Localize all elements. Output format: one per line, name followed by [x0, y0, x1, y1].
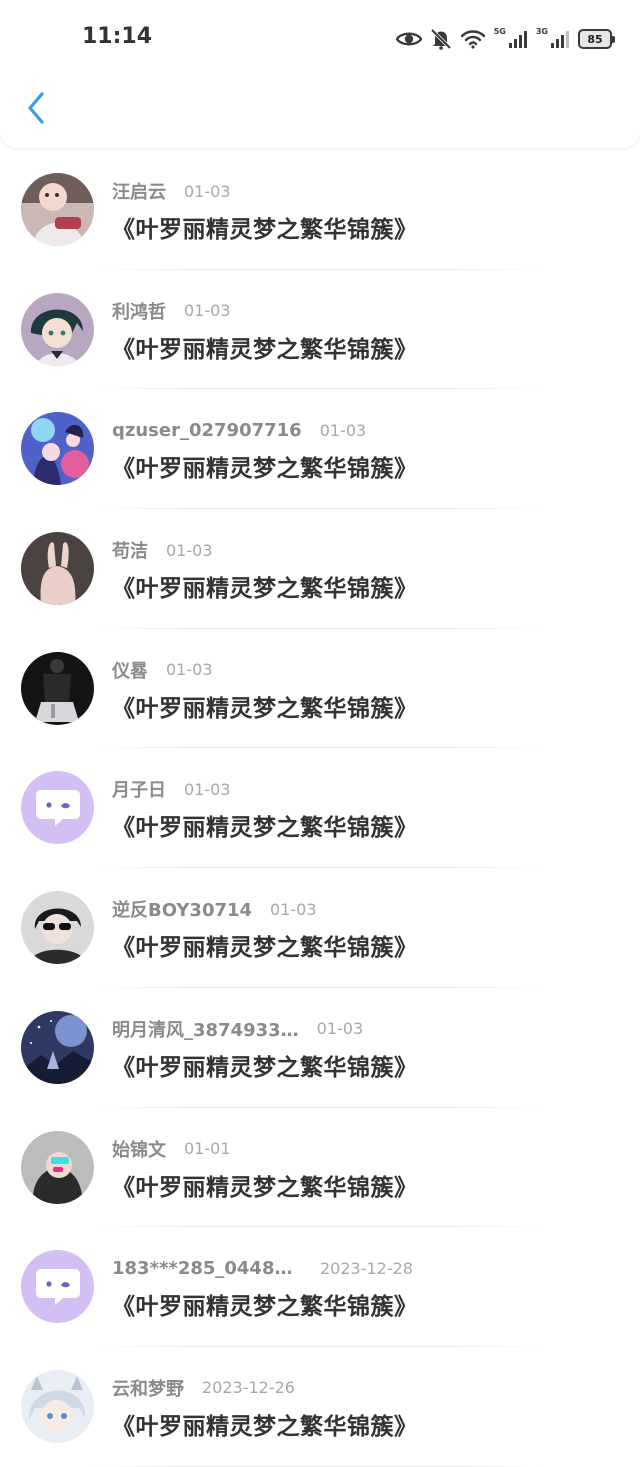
- item-date: 01-03: [166, 660, 213, 680]
- list-item[interactable]: 始锦文 01-01 《叶罗丽精灵梦之繁华锦簇》: [0, 1108, 640, 1228]
- item-title[interactable]: 《叶罗丽精灵梦之繁华锦簇》: [112, 808, 418, 842]
- user-name[interactable]: 云和梦野: [112, 1375, 184, 1401]
- avatar[interactable]: [21, 891, 94, 965]
- item-title[interactable]: 《叶罗丽精灵梦之繁华锦簇》: [112, 1287, 418, 1321]
- list-item[interactable]: 明月清风_3874933… 01-03 《叶罗丽精灵梦之繁华锦簇》: [0, 988, 640, 1108]
- list-item[interactable]: qzuser_027907716 01-03 《叶罗丽精灵梦之繁华锦簇》: [0, 389, 640, 510]
- user-name[interactable]: 仪晷: [112, 657, 148, 683]
- list-item[interactable]: 云和梦野 2023-12-26 《叶罗丽精灵梦之繁华锦簇》: [0, 1347, 640, 1467]
- item-meta: 苟洁 01-03: [112, 536, 213, 564]
- user-name[interactable]: 苟洁: [112, 537, 148, 563]
- network-type-primary: 5G: [493, 26, 506, 36]
- user-name[interactable]: 利鸿哲: [112, 298, 166, 324]
- item-date: 01-03: [184, 181, 231, 201]
- status-time: 11:14: [82, 24, 153, 49]
- item-title[interactable]: 《叶罗丽精灵梦之繁华锦簇》: [112, 210, 418, 244]
- user-name[interactable]: 逆反BOY30714: [112, 896, 252, 922]
- signal-icon: [508, 29, 528, 49]
- battery-level: 85: [587, 32, 603, 46]
- avatar[interactable]: [21, 532, 94, 606]
- user-name[interactable]: 明月清风_3874933…: [112, 1016, 299, 1042]
- item-date: 01-01: [184, 1139, 231, 1158]
- item-meta: qzuser_027907716 01-03: [112, 416, 366, 444]
- avatar[interactable]: [21, 292, 94, 366]
- back-button[interactable]: [14, 88, 58, 132]
- default-avatar-chat-icon[interactable]: [21, 771, 94, 845]
- avatar[interactable]: [21, 1130, 94, 1204]
- item-meta: 利鸿哲 01-03: [112, 297, 231, 325]
- item-title[interactable]: 《叶罗丽精灵梦之繁华锦簇》: [112, 1048, 418, 1082]
- user-name[interactable]: 月子日: [112, 776, 166, 802]
- item-title[interactable]: 《叶罗丽精灵梦之繁华锦簇》: [112, 449, 418, 483]
- avatar[interactable]: [21, 1010, 94, 1084]
- item-title[interactable]: 《叶罗丽精灵梦之繁华锦簇》: [112, 928, 418, 962]
- default-avatar-chat-icon[interactable]: [21, 1250, 94, 1324]
- item-meta: 仪晷 01-03: [112, 656, 213, 684]
- list-item[interactable]: 仪晷 01-03 《叶罗丽精灵梦之繁华锦簇》: [0, 629, 640, 749]
- user-name[interactable]: 始锦文: [112, 1136, 166, 1162]
- item-date: 01-03: [166, 540, 213, 560]
- avatar[interactable]: [21, 651, 94, 725]
- item-date: 2023-12-26: [202, 1378, 295, 1398]
- list-item[interactable]: 逆反BOY30714 01-03 《叶罗丽精灵梦之繁华锦簇》: [0, 868, 640, 988]
- item-date: 01-03: [184, 779, 231, 799]
- item-meta: 月子日 01-03: [112, 775, 231, 803]
- list-item[interactable]: 月子日 01-03 《叶罗丽精灵梦之繁华锦簇》: [0, 748, 640, 869]
- item-date: 01-03: [184, 301, 231, 321]
- item-title[interactable]: 《叶罗丽精灵梦之繁华锦簇》: [112, 330, 418, 364]
- battery-icon: 85: [578, 29, 615, 49]
- status-bar: 11:14 5G 3G 85: [0, 0, 640, 76]
- item-meta: 183***285_0448177211 2023-12-28: [112, 1254, 413, 1282]
- avatar[interactable]: [21, 1369, 94, 1443]
- item-meta: 始锦文 01-01: [112, 1135, 231, 1163]
- item-meta: 汪启云 01-03: [112, 177, 231, 205]
- avatar[interactable]: [21, 412, 94, 486]
- list-item[interactable]: 183***285_0448177211 2023-12-28 《叶罗丽精灵梦之繁华…: [0, 1227, 640, 1347]
- user-name[interactable]: 汪启云: [112, 178, 166, 204]
- item-date: 01-03: [316, 1019, 364, 1039]
- list-item[interactable]: 苟洁 01-03 《叶罗丽精灵梦之繁华锦簇》: [0, 509, 640, 629]
- item-title[interactable]: 《叶罗丽精灵梦之繁华锦簇》: [112, 689, 418, 723]
- chevron-left-icon: [25, 91, 47, 129]
- bell-off-icon: [430, 28, 452, 50]
- item-title[interactable]: 《叶罗丽精灵梦之繁华锦簇》: [112, 1168, 418, 1202]
- eye-icon: [395, 30, 422, 48]
- item-meta: 云和梦野 2023-12-26: [112, 1374, 295, 1402]
- list-item[interactable]: 汪启云 01-03 《叶罗丽精灵梦之繁华锦簇》: [0, 150, 640, 270]
- list-item[interactable]: 利鸿哲 01-03 《叶罗丽精灵梦之繁华锦簇》: [0, 270, 640, 390]
- item-title[interactable]: 《叶罗丽精灵梦之繁华锦簇》: [112, 1407, 418, 1441]
- item-date: 01-03: [270, 899, 317, 919]
- user-name[interactable]: 183***285_0448177211: [112, 1258, 302, 1279]
- signal-icon: [550, 29, 570, 49]
- item-date: 2023-12-28: [320, 1258, 413, 1278]
- network-type-secondary: 3G: [535, 26, 548, 36]
- item-title[interactable]: 《叶罗丽精灵梦之繁华锦簇》: [112, 569, 418, 603]
- status-icons: 5G 3G 85: [395, 24, 615, 54]
- item-meta: 明月清风_3874933… 01-03: [112, 1015, 363, 1043]
- top-bar: 11:14 5G 3G 85: [0, 0, 640, 148]
- comment-list: 汪启云 01-03 《叶罗丽精灵梦之繁华锦簇》 利鸿哲 01-03 《叶罗丽精灵梦之繁华锦…: [0, 150, 640, 1467]
- row-divider: [92, 1465, 547, 1467]
- user-name[interactable]: qzuser_027907716: [112, 420, 302, 441]
- item-meta: 逆反BOY30714 01-03: [112, 895, 317, 923]
- wifi-icon: [460, 29, 486, 49]
- avatar[interactable]: [21, 173, 94, 246]
- item-date: 01-03: [319, 420, 367, 440]
